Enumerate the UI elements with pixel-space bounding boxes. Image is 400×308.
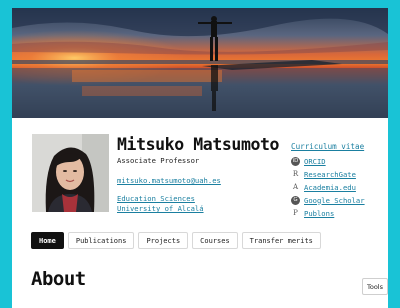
publons-icon: P (293, 209, 298, 217)
google-scholar-label: Google Scholar (304, 195, 365, 205)
profile-photo (32, 134, 109, 212)
tab-courses[interactable]: Courses (192, 232, 238, 249)
tools-button[interactable]: Tools (362, 278, 388, 295)
main-nav-tabs: Home Publications Projects Courses Trans… (31, 232, 321, 249)
orcid-icon: iD (291, 156, 300, 166)
google-scholar-icon: G (291, 195, 300, 205)
tab-transfer-merits[interactable]: Transfer merits (241, 232, 321, 249)
publons-label: Publons (304, 208, 335, 218)
email-link[interactable]: mitsuko.matsumoto@uah.es (117, 176, 221, 185)
affiliation-link-department[interactable]: Education Sciences (117, 194, 195, 203)
tab-projects[interactable]: Projects (138, 232, 189, 249)
curriculum-vitae-link[interactable]: Curriculum vitae (291, 142, 364, 151)
tab-home[interactable]: Home (31, 232, 64, 249)
affiliation-link-university[interactable]: University of Alcalá (117, 204, 204, 213)
researchgate-icon: R (292, 170, 299, 178)
profile-title: Associate Professor (117, 156, 200, 165)
orcid-link[interactable]: iD ORCID (291, 156, 326, 166)
tab-publications[interactable]: Publications (67, 232, 135, 249)
section-heading-about: About (31, 268, 86, 290)
google-scholar-link[interactable]: G Google Scholar (291, 195, 365, 205)
academia-icon: A (292, 183, 299, 191)
researchgate-label: ResearchGate (304, 169, 356, 179)
academia-label: Academia.edu (304, 182, 356, 192)
researchgate-link[interactable]: R ResearchGate (291, 169, 356, 179)
header-banner-image (12, 8, 388, 118)
profile-name: Mitsuko Matsumoto (117, 135, 280, 154)
orcid-label: ORCID (304, 156, 326, 166)
profile-card: Mitsuko Matsumoto Associate Professor mi… (12, 8, 388, 308)
academia-link[interactable]: A Academia.edu (291, 182, 356, 192)
publons-link[interactable]: P Publons (291, 208, 334, 218)
